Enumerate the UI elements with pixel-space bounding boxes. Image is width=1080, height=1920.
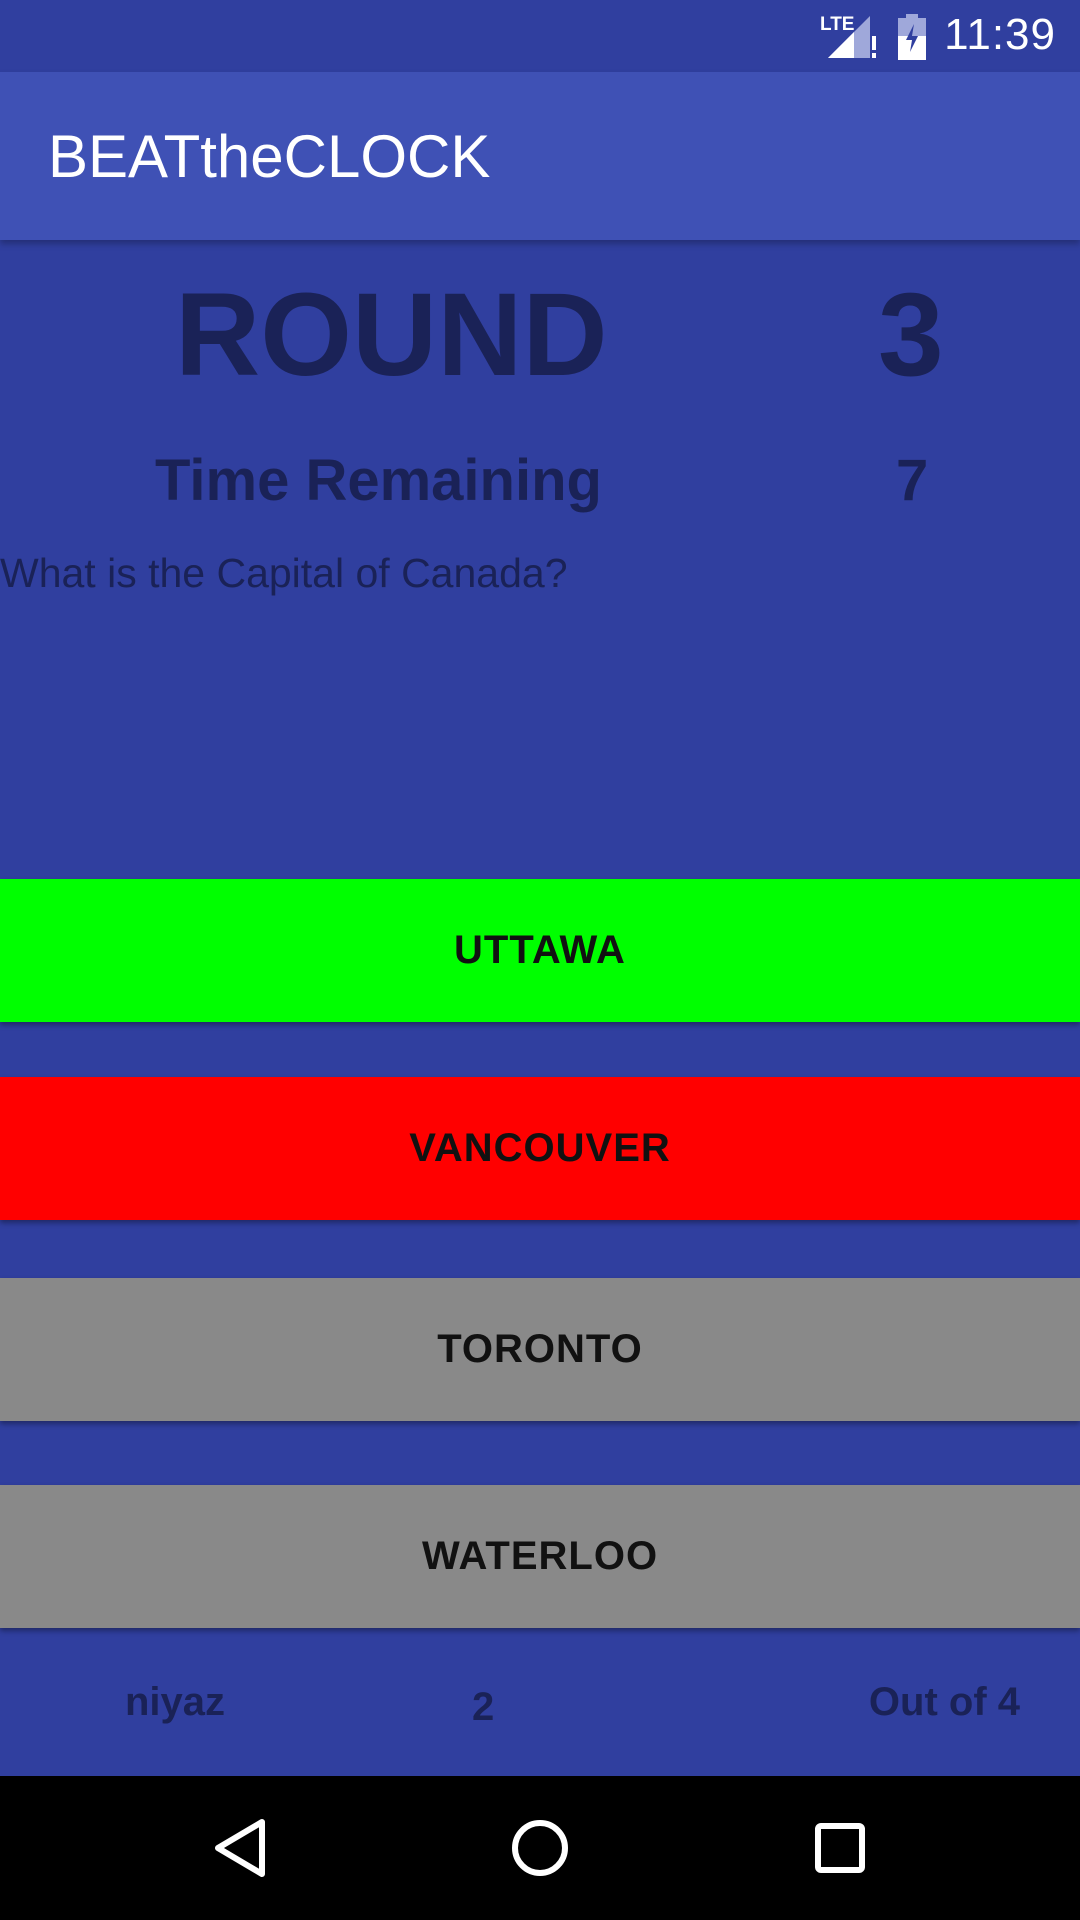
back-icon[interactable]	[200, 1806, 284, 1890]
recents-icon[interactable]	[798, 1806, 882, 1890]
time-remaining-value: 7	[896, 448, 929, 513]
round-value: 3	[878, 269, 944, 401]
player-score: 2	[472, 1685, 495, 1729]
battery-charging-icon	[898, 14, 926, 60]
question-text: What is the Capital of Canada?	[0, 550, 568, 596]
home-icon[interactable]	[498, 1806, 582, 1890]
lte-signal-icon	[828, 16, 876, 58]
answer-button-uttawa[interactable]: UTTAWA	[0, 879, 1080, 1022]
app-title: BEATtheCLOCK	[48, 123, 491, 190]
round-label: ROUND	[175, 269, 608, 401]
screen: LTE 11:39 BEATtheCLOCK ROUND 3 Time Rema…	[0, 0, 1080, 1920]
navigation-bar	[0, 1776, 1080, 1920]
app-bar: BEATtheCLOCK	[0, 72, 1080, 240]
status-bar: LTE 11:39	[0, 0, 1080, 72]
out-of-total: Out of 4	[868, 1680, 1020, 1724]
time-remaining-label: Time Remaining	[155, 448, 602, 513]
answer-button-toronto[interactable]: TORONTO	[0, 1278, 1080, 1421]
answer-button-waterloo[interactable]: WATERLOO	[0, 1485, 1080, 1628]
player-name: niyaz	[125, 1680, 226, 1724]
status-time: 11:39	[944, 10, 1056, 59]
answer-button-vancouver[interactable]: VANCOUVER	[0, 1077, 1080, 1220]
